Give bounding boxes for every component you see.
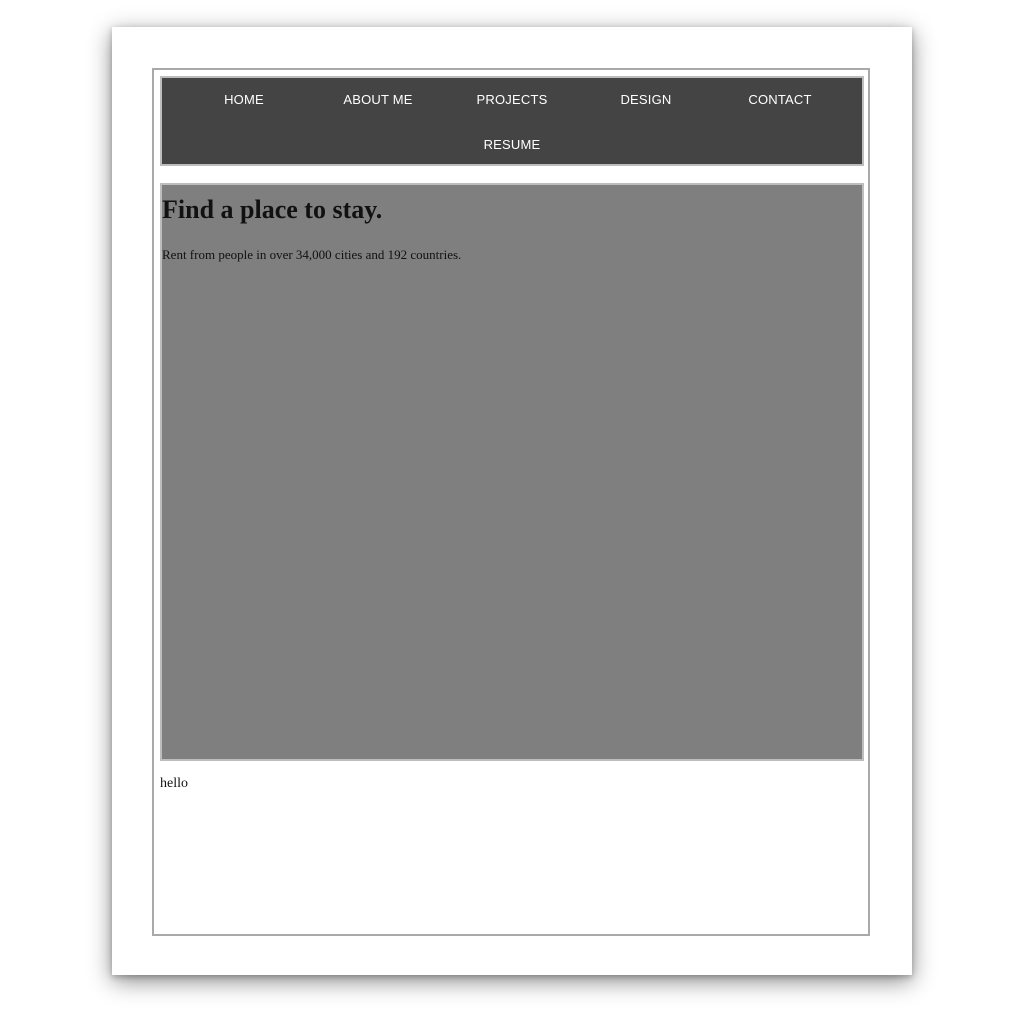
nav-item-projects[interactable]: PROJECTS bbox=[445, 92, 579, 107]
nav-item-design[interactable]: DESIGN bbox=[579, 92, 713, 107]
nav-item-contact[interactable]: CONTACT bbox=[713, 92, 847, 107]
hero-subtitle: Rent from people in over 34,000 cities a… bbox=[162, 247, 462, 262]
nav-item-about-me[interactable]: ABOUT ME bbox=[311, 92, 445, 107]
page-sheet: HOME ABOUT ME PROJECTS DESIGN CONTACT RE… bbox=[112, 27, 912, 975]
page-frame: HOME ABOUT ME PROJECTS DESIGN CONTACT RE… bbox=[152, 68, 870, 936]
hero-section: Find a place to stay. Rent from people i… bbox=[160, 183, 864, 761]
nav-row-primary: HOME ABOUT ME PROJECTS DESIGN CONTACT bbox=[162, 92, 862, 107]
footer-text: hello bbox=[160, 776, 188, 791]
navigation-bar: HOME ABOUT ME PROJECTS DESIGN CONTACT RE… bbox=[160, 76, 864, 166]
nav-row-secondary: RESUME bbox=[162, 137, 862, 152]
hero-title: Find a place to stay. bbox=[162, 195, 383, 224]
nav-item-home[interactable]: HOME bbox=[177, 92, 311, 107]
nav-item-resume[interactable]: RESUME bbox=[445, 137, 579, 152]
